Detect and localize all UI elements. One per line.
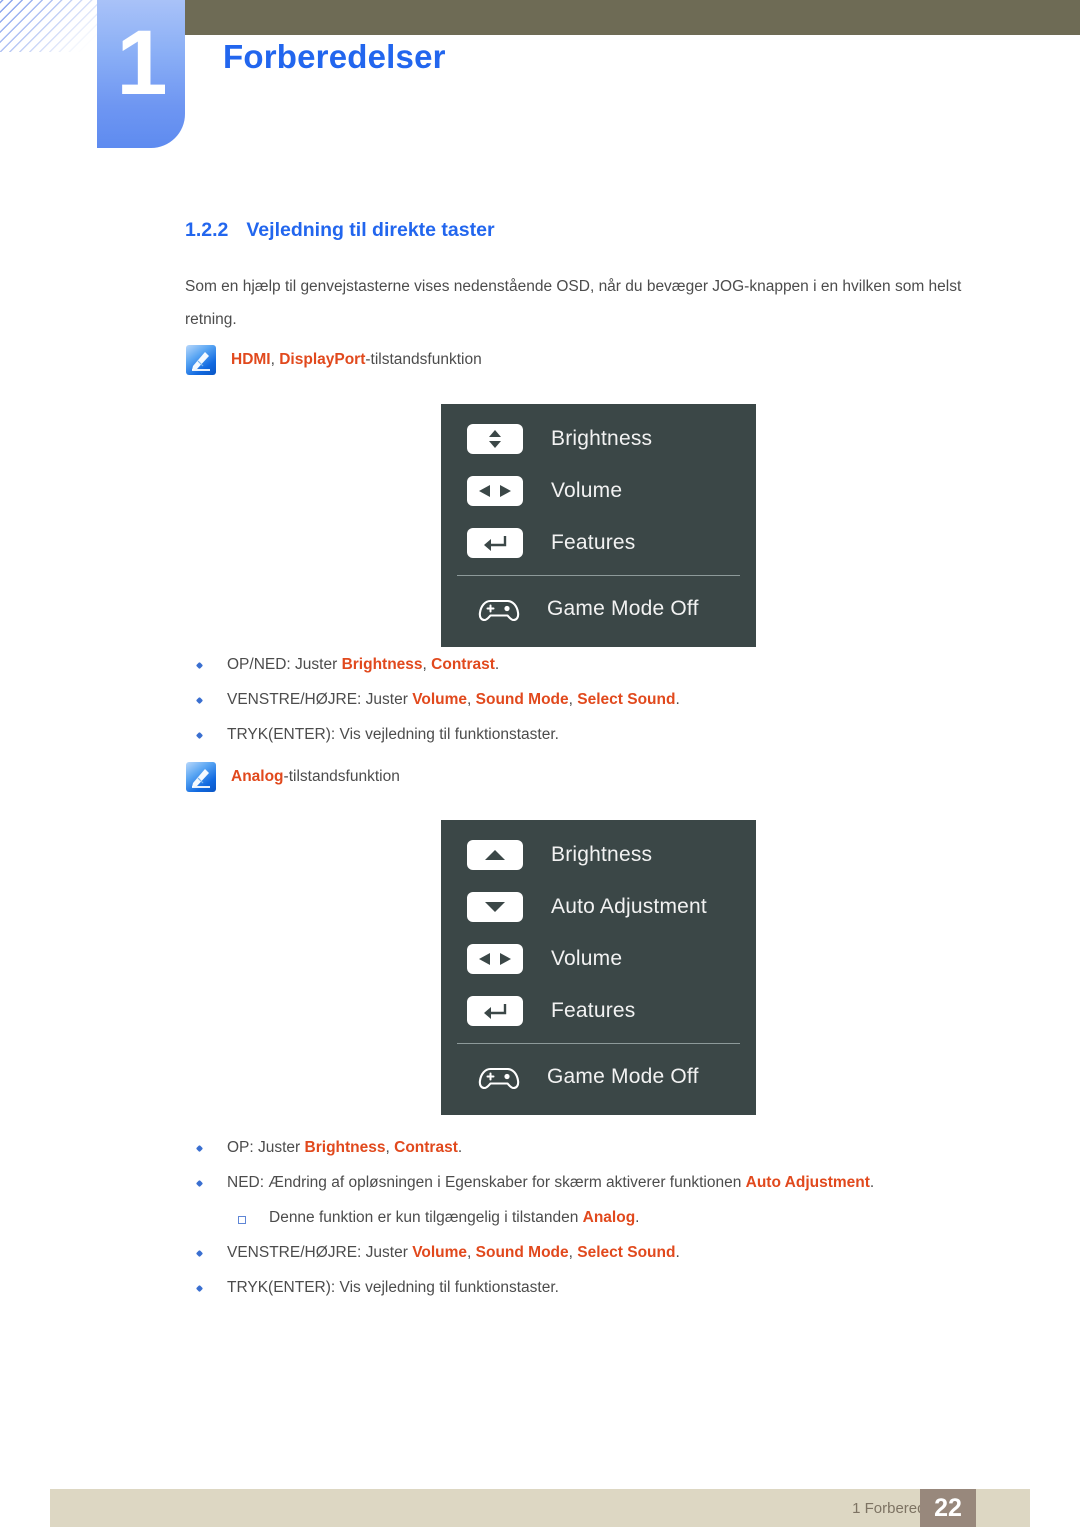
osd-label: Brightness: [551, 843, 653, 866]
chapter-number-tab: 1: [97, 0, 185, 148]
list-item-sub: Denne funktion er kun tilgængelig i tils…: [185, 1201, 874, 1235]
enter-arrow-icon: [467, 528, 523, 558]
note-pen-icon: [186, 762, 216, 792]
bullet-text: TRYK(ENTER): Vis vejledning til funktion…: [227, 726, 559, 743]
down-arrow-icon: [467, 892, 523, 922]
bullet-text-end: .: [869, 1174, 875, 1191]
decorative-hatch-pattern: [0, 0, 100, 52]
osd-row-volume[interactable]: Volume: [441, 465, 756, 517]
osd-row-brightness[interactable]: Brightness: [441, 829, 756, 881]
osd-label: Volume: [551, 947, 623, 970]
keyword: Volume: [412, 691, 468, 708]
osd-row-features[interactable]: Features: [441, 517, 756, 569]
gamepad-icon: [471, 594, 527, 624]
bullet-list-analog: OP: Juster Brightness, Contrast. NED: Æn…: [185, 1131, 874, 1306]
bullet-text-end: .: [494, 656, 500, 673]
bullet-text: TRYK(ENTER): Vis vejledning til funktion…: [227, 1279, 559, 1296]
note-hdmi-displayport-text: HDMI, DisplayPort-tilstandsfunktion: [231, 351, 482, 369]
osd-divider: [457, 1043, 740, 1044]
list-item: NED: Ændring af opløsningen i Egenskaber…: [185, 1166, 874, 1200]
bullet-list-hdmi: OP/NED: Juster Brightness, Contrast. VEN…: [185, 648, 680, 753]
section-title: Vejledning til direkte taster: [246, 219, 495, 241]
list-item: OP: Juster Brightness, Contrast.: [185, 1131, 874, 1165]
keyword: Contrast: [394, 1139, 458, 1156]
osd-label: Auto Adjustment: [551, 895, 707, 918]
note-pen-icon: [186, 345, 216, 375]
osd-row-game-mode[interactable]: Game Mode Off: [441, 1048, 756, 1106]
keyword: Brightness: [304, 1139, 386, 1156]
osd-label: Volume: [551, 479, 623, 502]
bullet-text: OP/NED: Juster: [227, 656, 342, 673]
list-item: VENSTRE/HØJRE: Juster Volume, Sound Mode…: [185, 1236, 874, 1270]
bullet-text-end: .: [675, 1244, 680, 1261]
list-item: VENSTRE/HØJRE: Juster Volume, Sound Mode…: [185, 683, 680, 717]
keyword: Sound Mode: [475, 1244, 569, 1261]
header-top-bar: [97, 0, 1080, 35]
keyword: Select Sound: [577, 1244, 676, 1261]
note-separator: ,: [270, 351, 280, 368]
keyword: Select Sound: [577, 691, 676, 708]
keyword: Volume: [412, 1244, 468, 1261]
section-heading: 1.2.2 Vejledning til direkte taster: [185, 219, 495, 242]
keyword: Brightness: [341, 656, 423, 673]
keyword-displayport: DisplayPort: [279, 351, 366, 368]
keyword: Sound Mode: [475, 691, 569, 708]
up-arrow-icon: [467, 840, 523, 870]
left-right-arrows-icon: [467, 476, 523, 506]
bullet-text: NED: Ændring af opløsningen i Egenskaber…: [227, 1174, 746, 1191]
section-intro-paragraph: Som en hjælp til genvejstasterne vises n…: [185, 278, 962, 328]
page-header: 1 Forberedelser: [0, 0, 1080, 160]
osd-row-features[interactable]: Features: [441, 985, 756, 1037]
osd-label: Features: [551, 531, 636, 554]
bullet-text: VENSTRE/HØJRE: Juster: [227, 691, 413, 708]
osd-menu-analog: Brightness Auto Adjustment Volume Featur…: [441, 820, 756, 1115]
keyword-hdmi: HDMI: [231, 351, 271, 368]
up-down-arrows-icon: [467, 424, 523, 454]
page-number: 22: [920, 1489, 976, 1527]
osd-label: Game Mode Off: [547, 597, 699, 620]
bullet-text-end: .: [635, 1209, 640, 1226]
note-suffix: -tilstandsfunktion: [283, 768, 400, 785]
bullet-text: VENSTRE/HØJRE: Juster: [227, 1244, 413, 1261]
bullet-text-end: .: [457, 1139, 463, 1156]
keyword: Auto Adjustment: [745, 1174, 870, 1191]
chapter-title: Forberedelser: [223, 38, 446, 75]
note-hdmi-displayport: HDMI, DisplayPort-tilstandsfunktion: [186, 345, 482, 375]
note-analog-text: Analog-tilstandsfunktion: [231, 768, 400, 786]
osd-label: Game Mode Off: [547, 1065, 699, 1088]
bullet-text-end: .: [675, 691, 680, 708]
keyword-analog: Analog: [231, 768, 284, 785]
gamepad-icon: [471, 1062, 527, 1092]
note-analog: Analog-tilstandsfunktion: [186, 762, 400, 792]
osd-row-volume[interactable]: Volume: [441, 933, 756, 985]
osd-row-game-mode[interactable]: Game Mode Off: [441, 580, 756, 638]
bullet-text: Denne funktion er kun tilgængelig i tils…: [269, 1209, 583, 1226]
keyword: Contrast: [431, 656, 495, 673]
note-suffix: -tilstandsfunktion: [365, 351, 482, 368]
bullet-text: OP: Juster: [227, 1139, 305, 1156]
chapter-number: 1: [116, 12, 167, 114]
list-item: TRYK(ENTER): Vis vejledning til funktion…: [185, 1271, 874, 1305]
section-number: 1.2.2: [185, 219, 229, 241]
osd-row-brightness[interactable]: Brightness: [441, 413, 756, 465]
osd-label: Brightness: [551, 427, 653, 450]
osd-divider: [457, 575, 740, 576]
keyword: Analog: [582, 1209, 636, 1226]
osd-row-auto-adjustment[interactable]: Auto Adjustment: [441, 881, 756, 933]
list-item: OP/NED: Juster Brightness, Contrast.: [185, 648, 680, 682]
osd-label: Features: [551, 999, 636, 1022]
list-item: TRYK(ENTER): Vis vejledning til funktion…: [185, 718, 680, 752]
left-right-arrows-icon: [467, 944, 523, 974]
enter-arrow-icon: [467, 996, 523, 1026]
page-footer: 1 Forberedelser 22: [0, 1489, 1080, 1527]
osd-menu-hdmi-displayport: Brightness Volume Features Game Mode Off: [441, 404, 756, 647]
